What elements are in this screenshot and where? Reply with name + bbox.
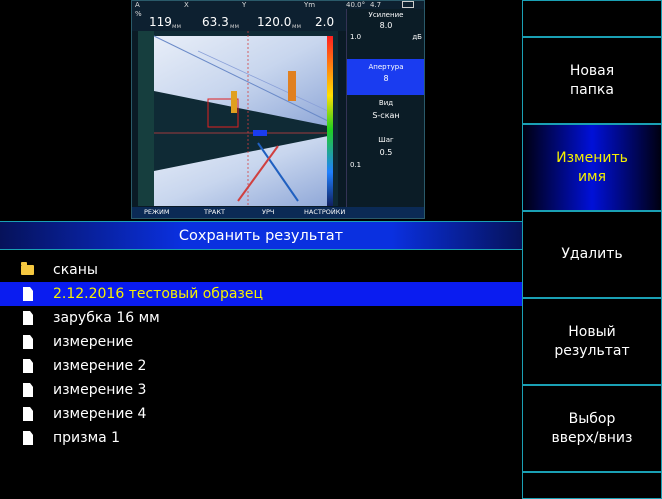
file-icon (23, 335, 34, 349)
file-name: сканы (53, 262, 98, 278)
folder-icon (21, 262, 34, 277)
file-name: измерение 4 (53, 406, 147, 422)
file-name: измерение 3 (53, 382, 147, 398)
delete-button[interactable]: Удалить (522, 211, 662, 298)
aperture-label: Апертура (368, 63, 404, 71)
battery-icon (402, 1, 414, 8)
unit-y: мм (292, 23, 302, 30)
new-result-button[interactable]: Новый результат (522, 298, 662, 385)
label-a-sub: % (135, 10, 142, 18)
freq-readout: 4.7 (370, 1, 382, 9)
file-name: измерение (53, 334, 134, 350)
step-label: Шаг (378, 136, 394, 144)
view-label: Вид (378, 99, 394, 107)
file-name: 2.12.2016 тестовый образец (53, 286, 263, 302)
gain-label: Усиление (368, 11, 404, 19)
softkey-menu: Новая папка Изменить имя Удалить Новый р… (522, 0, 662, 499)
file-row[interactable]: зарубка 16 мм (0, 306, 522, 330)
file-row-selected[interactable]: 2.12.2016 тестовый образец (0, 282, 522, 306)
file-name: измерение 2 (53, 358, 147, 374)
file-row[interactable]: измерение (0, 330, 522, 354)
file-name: зарубка 16 мм (53, 310, 160, 326)
scan-image (138, 31, 338, 206)
file-row[interactable]: измерение 2 (0, 354, 522, 378)
unit-a: мм (172, 23, 182, 30)
footer-path: ТРАКТ (204, 208, 225, 216)
gain-unit: дБ (412, 33, 422, 41)
dialog-title: Сохранить результат (0, 221, 522, 250)
label-x: X (184, 1, 189, 9)
gain-value: 8.0 (379, 21, 393, 30)
menu-blank-top (522, 0, 662, 37)
file-icon (23, 311, 34, 325)
step-value: 0.5 (379, 148, 393, 157)
footer-settings: НАСТРОЙКИ (304, 208, 346, 216)
menu-blank-bottom (522, 472, 662, 499)
unit-x: мм (230, 23, 240, 30)
file-icon (23, 407, 34, 421)
value-ym: 2.0 (315, 15, 335, 29)
scan-preview: А % 119 мм X 63.3 мм Y 120.0 мм Ym 2.0 4… (131, 0, 425, 219)
file-row[interactable]: призма 1 (0, 426, 522, 450)
view-value: S-скан (372, 111, 400, 120)
select-updown-button[interactable]: Выбор вверх/вниз (522, 385, 662, 472)
file-row[interactable]: измерение 4 (0, 402, 522, 426)
footer-tcg: УРЧ (262, 208, 275, 216)
value-y: 120.0 (257, 15, 292, 29)
aperture-value: 8 (383, 74, 389, 83)
file-icon (23, 383, 34, 397)
new-folder-button[interactable]: Новая папка (522, 37, 662, 124)
value-a: 119 (149, 15, 172, 29)
label-y: Y (242, 1, 247, 9)
value-x: 63.3 (202, 15, 229, 29)
file-icon (23, 287, 34, 301)
footer-mode: РЕЖИМ (144, 208, 170, 216)
label-ym: Ym (304, 1, 316, 9)
angle-readout: 40.0° (346, 1, 366, 9)
file-icon (23, 359, 34, 373)
rename-button[interactable]: Изменить имя (522, 124, 662, 211)
file-icon (23, 431, 34, 445)
file-row-folder-scans[interactable]: сканы (0, 258, 522, 282)
preview-footer: РЕЖИМ ТРАКТ УРЧ НАСТРОЙКИ (132, 207, 424, 218)
file-row[interactable]: измерение 3 (0, 378, 522, 402)
step-min: 0.1 (350, 161, 362, 169)
file-list: сканы 2.12.2016 тестовый образец зарубка… (0, 258, 522, 450)
aperture-box: Апертура 8 (347, 59, 424, 95)
preview-sidebar: Усиление 8.0 1.0 дБ Апертура 8 Вид S-ска… (346, 9, 424, 207)
label-a: А (135, 1, 140, 9)
file-name: призма 1 (53, 430, 121, 446)
